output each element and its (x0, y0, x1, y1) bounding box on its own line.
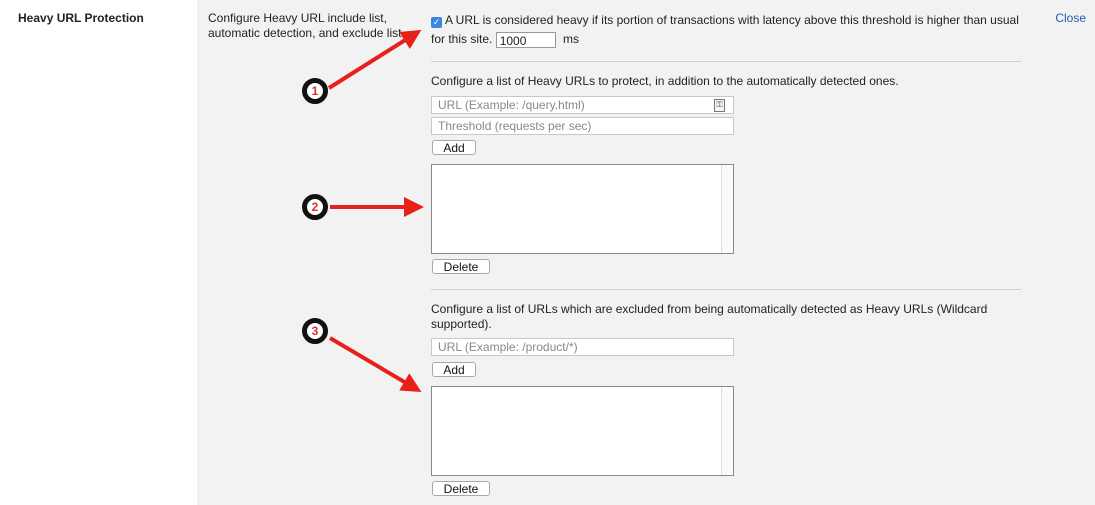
callout-2: 2 (302, 194, 328, 220)
arrow-3 (328, 336, 422, 393)
callout-3: 3 (302, 318, 328, 344)
arrow-1 (327, 29, 422, 90)
annotation-arrows (327, 29, 424, 393)
callout-1: 1 (302, 78, 328, 104)
